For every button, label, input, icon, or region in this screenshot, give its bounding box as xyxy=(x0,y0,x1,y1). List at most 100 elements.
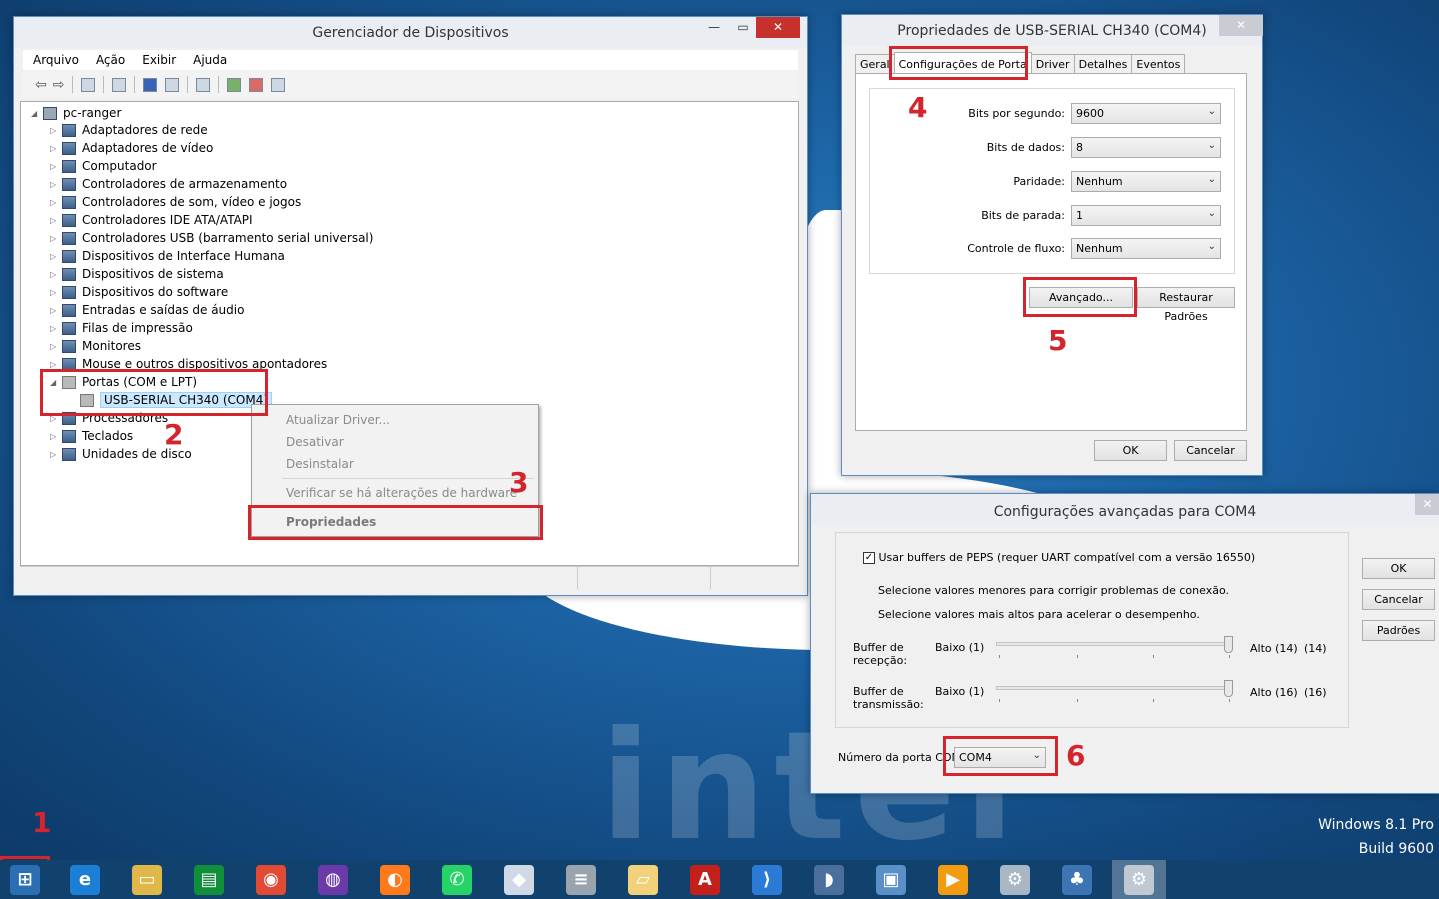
forward-arrow-icon[interactable]: ⇨ xyxy=(53,77,65,93)
rx-buffer-track[interactable] xyxy=(996,642,1233,646)
expand-arrow-icon[interactable]: ▷ xyxy=(50,270,62,279)
expand-arrow-icon[interactable]: ▷ xyxy=(50,360,62,369)
ctx-uninstall[interactable]: Desinstalar xyxy=(286,457,354,471)
expand-arrow-icon[interactable]: ▷ xyxy=(50,162,62,171)
fifo-checkbox[interactable]: ✓ xyxy=(863,552,875,564)
expand-arrow-icon[interactable]: ▷ xyxy=(50,450,62,459)
tree-category[interactable]: ▷ Controladores IDE ATA/ATAPI xyxy=(50,211,253,229)
back-arrow-icon[interactable]: ⇦ xyxy=(35,77,47,93)
tree-category[interactable]: ▷ Dispositivos de Interface Humana xyxy=(50,247,285,265)
rx-buffer-slider-thumb[interactable] xyxy=(1224,636,1233,653)
taskbar-button[interactable]: ▶ xyxy=(926,860,980,899)
ctx-update-driver[interactable]: Atualizar Driver... xyxy=(286,413,390,427)
taskbar-button[interactable]: ✆ xyxy=(430,860,484,899)
properties-icon[interactable] xyxy=(112,77,127,92)
expand-arrow-icon[interactable]: ▷ xyxy=(50,342,62,351)
menu-acao[interactable]: Ação xyxy=(96,50,125,70)
expand-arrow-icon[interactable]: ▷ xyxy=(50,324,62,333)
properties-ok-button[interactable]: OK xyxy=(1094,440,1167,461)
menu-arquivo[interactable]: Arquivo xyxy=(33,50,79,70)
tree-category[interactable]: ▷ Entradas e saídas de áudio xyxy=(50,301,244,319)
taskbar-button[interactable]: ⊞ xyxy=(0,860,50,899)
fifo-checkbox-row[interactable]: ✓ Usar buffers de PEPS (requer UART comp… xyxy=(863,551,1255,564)
tree-category[interactable]: ▷ Monitores xyxy=(50,337,141,355)
tree-category[interactable]: ▷ Teclados xyxy=(50,427,133,445)
advanced-ok-button[interactable]: OK xyxy=(1362,558,1435,579)
scan-hardware-icon[interactable] xyxy=(196,77,211,92)
tab-eventos[interactable]: Eventos xyxy=(1131,54,1186,74)
tree-category[interactable]: ▷ Filas de impressão xyxy=(50,319,193,337)
menu-exibir[interactable]: Exibir xyxy=(142,50,176,70)
tree-root[interactable]: ◢ pc-ranger xyxy=(31,104,121,122)
taskbar-button[interactable]: ▤ xyxy=(182,860,236,899)
menu-ajuda[interactable]: Ajuda xyxy=(193,50,227,70)
view-icon[interactable] xyxy=(165,77,180,92)
update-driver-icon[interactable] xyxy=(227,77,242,92)
properties-close-button[interactable]: ✕ xyxy=(1219,15,1263,36)
taskbar-button[interactable]: ≡ xyxy=(554,860,608,899)
tree-category[interactable]: ▷ Adaptadores de vídeo xyxy=(50,139,213,157)
advanced-cancel-button[interactable]: Cancelar xyxy=(1362,589,1435,610)
expand-arrow-icon[interactable]: ▷ xyxy=(50,180,62,189)
advanced-defaults-button[interactable]: Padrões xyxy=(1362,620,1435,641)
expand-arrow-icon[interactable]: ▷ xyxy=(50,126,62,135)
expand-arrow-icon[interactable]: ▷ xyxy=(50,198,62,207)
enable-device-icon[interactable] xyxy=(271,77,286,92)
device-manager-titlebar[interactable]: Gerenciador de Dispositivos — ▭ ✕ xyxy=(14,17,807,48)
taskbar-button[interactable]: ▭ xyxy=(120,860,174,899)
flow-control-combo[interactable]: Nenhum ⌄ xyxy=(1071,238,1221,259)
taskbar-button[interactable]: ◍ xyxy=(306,860,360,899)
highlight-ports xyxy=(40,369,268,416)
expand-arrow-icon[interactable]: ▷ xyxy=(50,288,62,297)
device-manager-active-icon: ⚙ xyxy=(1124,864,1154,895)
expand-arrow-icon[interactable]: ▷ xyxy=(50,252,62,261)
taskbar-button[interactable]: e xyxy=(58,860,112,899)
help-icon[interactable] xyxy=(143,77,158,92)
expand-arrow-icon[interactable]: ▷ xyxy=(50,306,62,315)
tree-category[interactable]: ▷ Controladores USB (barramento serial un… xyxy=(50,229,373,247)
parity-combo[interactable]: Nenhum ⌄ xyxy=(1071,171,1221,192)
expand-arrow-icon[interactable]: ▷ xyxy=(50,144,62,153)
tree-category[interactable]: ▷ Computador xyxy=(50,157,157,175)
taskbar-button[interactable]: ▣ xyxy=(864,860,918,899)
expand-arrow-icon[interactable]: ▷ xyxy=(50,216,62,225)
maximize-button[interactable]: ▭ xyxy=(729,17,757,38)
taskbar-button[interactable]: ◉ xyxy=(244,860,298,899)
advanced-titlebar[interactable]: Configurações avançadas para COM4 ✕ xyxy=(811,494,1439,525)
minimize-button[interactable]: — xyxy=(700,17,728,38)
taskbar-button[interactable]: ⚙ xyxy=(1112,860,1166,899)
taskbar-button[interactable]: ◆ xyxy=(492,860,546,899)
taskbar-button[interactable]: ♣ xyxy=(1050,860,1104,899)
ctx-disable[interactable]: Desativar xyxy=(286,435,344,449)
tab-detalhes[interactable]: Detalhes xyxy=(1073,54,1133,74)
taskbar-button[interactable]: ⚙ xyxy=(988,860,1042,899)
stop-bits-combo[interactable]: 1 ⌄ xyxy=(1071,205,1221,226)
tx-buffer-track[interactable] xyxy=(996,686,1233,690)
tree-category[interactable]: ▷ Controladores de armazenamento xyxy=(50,175,287,193)
expand-arrow-icon[interactable]: ▷ xyxy=(50,234,62,243)
taskbar-button[interactable]: ◐ xyxy=(368,860,422,899)
data-bits-combo[interactable]: 8 ⌄ xyxy=(1071,137,1221,158)
close-button[interactable]: ✕ xyxy=(756,17,800,38)
tx-buffer-slider-thumb[interactable] xyxy=(1224,680,1233,697)
ctx-scan-hardware[interactable]: Verificar se há alterações de hardware xyxy=(286,486,517,500)
taskbar-button[interactable]: ⟩ xyxy=(740,860,794,899)
uninstall-device-icon[interactable] xyxy=(249,77,264,92)
taskbar-button[interactable]: ◗ xyxy=(802,860,856,899)
properties-cancel-button[interactable]: Cancelar xyxy=(1174,440,1247,461)
tree-category[interactable]: ▷ Adaptadores de rede xyxy=(50,121,208,139)
tree-category[interactable]: ▷ Controladores de som, vídeo e jogos xyxy=(50,193,301,211)
collapse-arrow-icon[interactable]: ◢ xyxy=(31,109,43,118)
advanced-close-button[interactable]: ✕ xyxy=(1415,494,1439,515)
tab-driver[interactable]: Driver xyxy=(1030,54,1075,74)
taskbar-button[interactable]: A xyxy=(678,860,732,899)
tree-category[interactable]: ▷ Dispositivos do software xyxy=(50,283,228,301)
properties-titlebar[interactable]: Propriedades de USB-SERIAL CH340 (COM4) … xyxy=(842,15,1263,46)
tree-category[interactable]: ▷ Dispositivos de sistema xyxy=(50,265,224,283)
restore-defaults-button[interactable]: Restaurar Padrões xyxy=(1137,287,1235,323)
expand-arrow-icon[interactable]: ▷ xyxy=(50,432,62,441)
show-hide-tree-icon[interactable] xyxy=(81,77,96,92)
annotation-2: 2 xyxy=(164,418,184,451)
bits-per-second-combo[interactable]: 9600 ⌄ xyxy=(1071,103,1221,124)
taskbar-button[interactable]: ▱ xyxy=(616,860,670,899)
